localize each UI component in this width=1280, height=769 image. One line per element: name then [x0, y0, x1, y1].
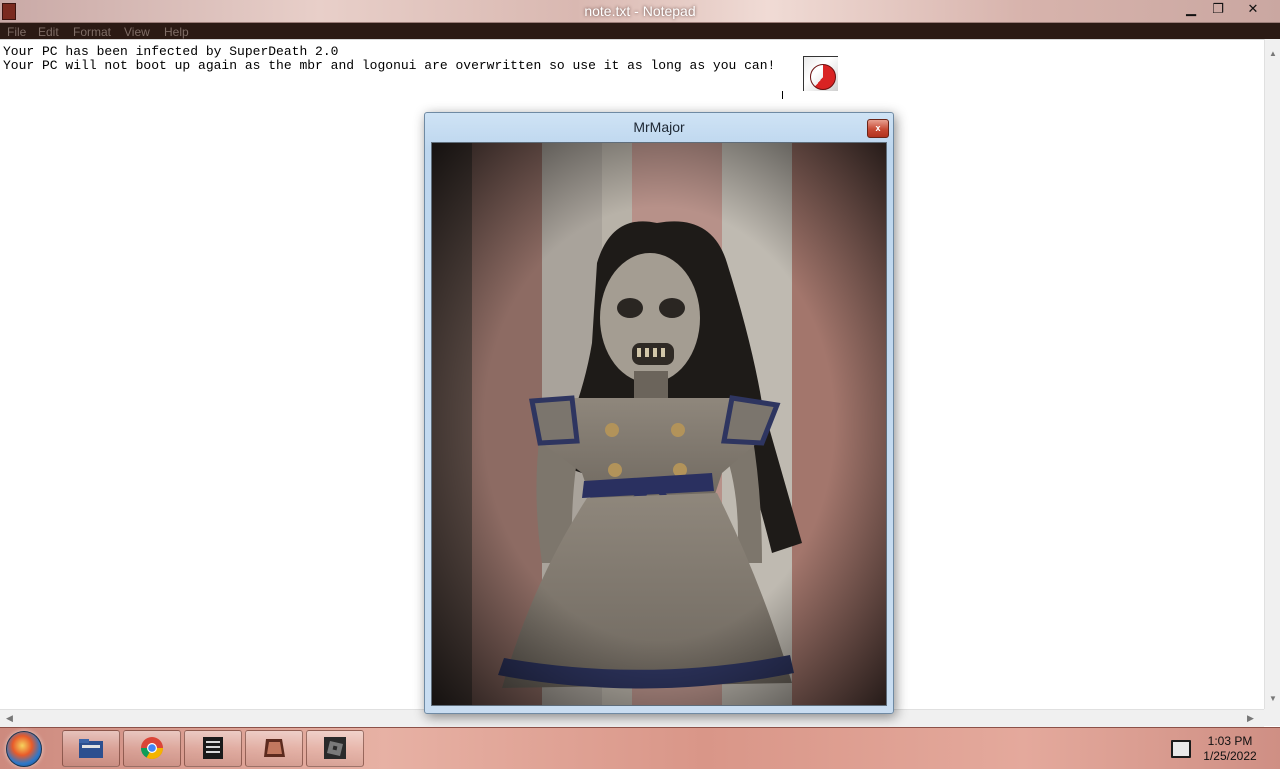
menu-bar: File Edit Format View Help: [0, 23, 1280, 39]
taskbar-chrome[interactable]: [123, 730, 181, 767]
popup-close-button[interactable]: x: [867, 119, 889, 138]
text-cursor: [782, 91, 783, 99]
vertical-scrollbar[interactable]: ▲ ▼: [1264, 39, 1280, 709]
menu-edit[interactable]: Edit: [38, 25, 59, 39]
chrome-icon: [141, 737, 163, 759]
scroll-left-arrow-icon[interactable]: ◀: [6, 713, 13, 724]
start-button[interactable]: [6, 731, 42, 767]
doll-image: [431, 142, 887, 706]
scrollbar-corner: [1264, 709, 1280, 726]
close-button[interactable]: ✕: [1240, 1, 1266, 19]
menu-help[interactable]: Help: [164, 25, 189, 39]
system-clock[interactable]: 1:03 PM 1/25/2022: [1196, 734, 1264, 764]
scroll-up-arrow-icon[interactable]: ▲: [1265, 49, 1280, 58]
glitch-shortcut-icon: [803, 56, 838, 91]
scroll-right-arrow-icon[interactable]: ▶: [1247, 713, 1254, 724]
menu-format[interactable]: Format: [73, 25, 111, 39]
text-line: Your PC has been infected by SuperDeath …: [3, 44, 339, 59]
clock-time: 1:03 PM: [1207, 734, 1253, 748]
doll-photo-illustration: [432, 143, 886, 705]
menu-file[interactable]: File: [7, 25, 26, 39]
notepad-icon: [203, 737, 223, 759]
red-wedge-icon: [810, 64, 836, 90]
text-line: Your PC will not boot up again as the mb…: [3, 58, 776, 73]
restore-button[interactable]: ❐: [1205, 1, 1231, 19]
roblox-icon: [324, 737, 346, 759]
notepad-title-bar[interactable]: note.txt - Notepad ▁ ❐ ✕: [0, 0, 1280, 23]
clock-date: 1/25/2022: [1203, 749, 1257, 763]
scroll-down-arrow-icon[interactable]: ▼: [1265, 694, 1280, 703]
mrmajor-popup-window[interactable]: MrMajor x: [424, 112, 894, 714]
window-title: note.txt - Notepad: [584, 3, 696, 19]
popup-title: MrMajor: [633, 119, 685, 135]
taskbar-notepad[interactable]: [184, 730, 242, 767]
taskbar-roblox[interactable]: [306, 730, 364, 767]
folder-icon: [79, 739, 103, 758]
taskbar-image[interactable]: [245, 730, 303, 767]
menu-view[interactable]: View: [124, 25, 150, 39]
network-icon[interactable]: [1171, 740, 1191, 758]
minimize-button[interactable]: ▁: [1178, 1, 1204, 19]
taskbar-file-explorer[interactable]: [62, 730, 120, 767]
image-icon: [264, 739, 285, 757]
